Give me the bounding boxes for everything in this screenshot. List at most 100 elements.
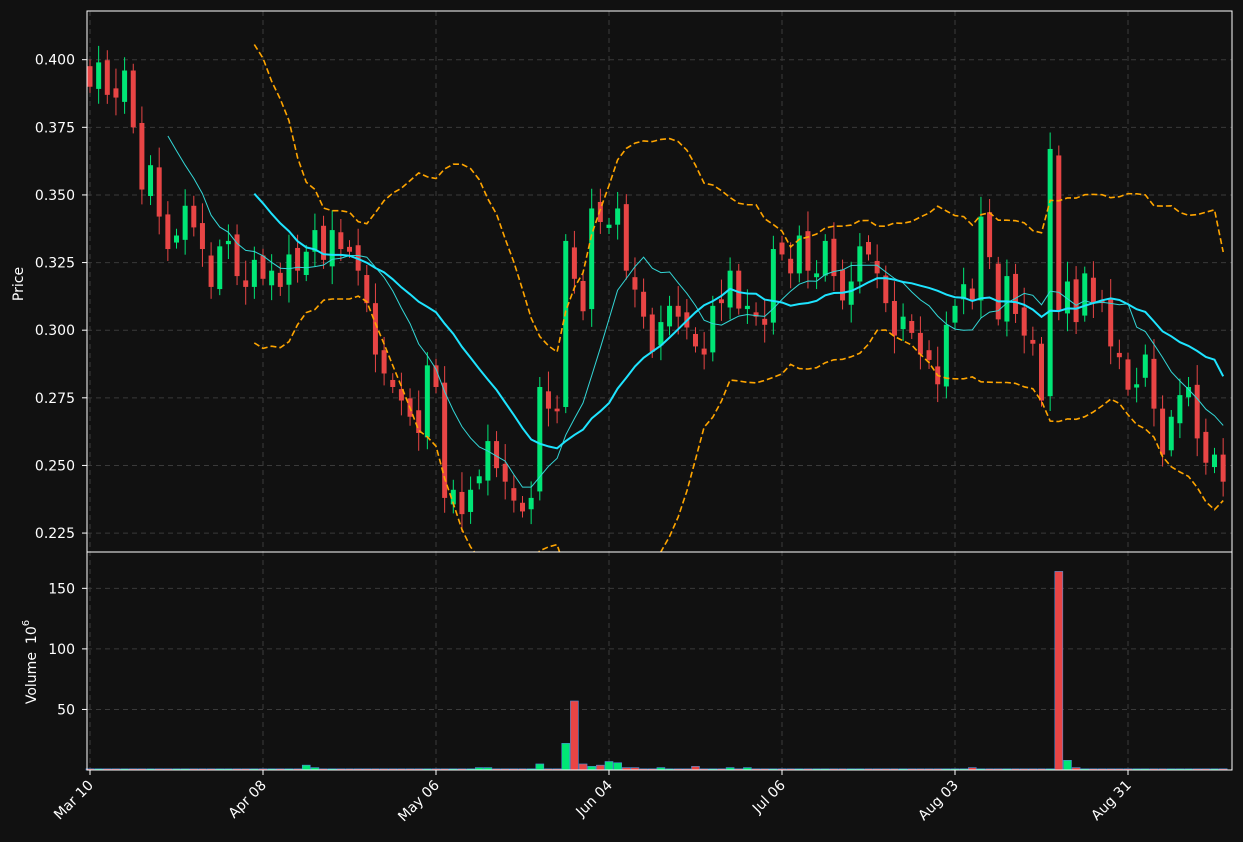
candle-body [251,259,257,287]
candle-body [857,246,863,282]
price-tick-label: 0.225 [35,526,75,542]
candle-body [174,235,179,243]
candle-body [113,88,119,98]
candle-body [1142,354,1148,378]
candle-body [338,232,344,250]
candle-body [502,463,508,482]
volume-bar [578,763,588,771]
candle-body [563,240,569,408]
candle-body [104,60,110,95]
candle-body [528,497,534,510]
candle-body [762,318,768,325]
candle-body [667,305,673,327]
candle-body [1151,358,1157,409]
volume-bar [691,766,700,771]
candle-body [606,224,612,228]
candle-body [303,251,309,276]
candle-body [822,240,828,276]
candle-body [779,242,785,255]
candle-body [866,242,871,255]
candle-body [364,275,370,304]
candle-body [537,386,543,492]
candle-body [87,66,93,87]
candle-body [1125,359,1131,390]
candle-body [1056,155,1062,312]
volume-tick-label: 100 [48,642,75,658]
candle-body [840,269,846,301]
candle-body [1116,352,1122,358]
candle-body [1030,339,1036,344]
candle-body [883,275,889,304]
candle-body [217,246,223,290]
candle-body [770,249,776,323]
candle-body [814,273,820,278]
candle-body [1090,277,1096,304]
volume-tick-label: 50 [57,702,75,718]
volume-bar [613,762,622,771]
candle-body [1134,384,1140,388]
candle-body [987,212,993,258]
volume-bar [604,761,614,771]
candle-body [347,246,352,252]
volume-bar [587,766,597,771]
candle-body [615,208,621,225]
price-tick-label: 0.400 [35,53,75,69]
candle-body [649,314,655,352]
volume-bar [1063,760,1072,771]
candle-body [1013,273,1019,314]
candle-body [269,270,275,286]
candle-body [520,502,525,512]
candle-body [1039,343,1044,401]
candle-body [1160,408,1166,455]
candle-body [260,255,266,279]
candle-body [156,167,162,217]
candle-body [658,322,664,346]
candle-body [831,238,837,277]
candle-body [139,122,145,190]
price-tick-label: 0.325 [35,256,75,272]
candle-body [277,272,283,287]
volume-axis-label: Volume106 [21,620,40,704]
candle-body [554,408,560,412]
candle-body [1194,384,1200,439]
candle-body [96,62,102,89]
candle-body [1047,148,1053,397]
candle-body [511,488,517,501]
price-tick-label: 0.275 [35,391,75,407]
candle-body [1220,454,1226,482]
candle-body [1168,416,1174,451]
candle-body [891,300,897,336]
volume-bar [1054,571,1064,771]
candle-body [623,204,629,271]
candle-body [788,258,794,274]
candle-body [199,223,205,250]
candle-body [165,214,171,250]
candle-body [900,316,906,330]
candle-body [1212,454,1217,468]
volume-bar [570,700,579,771]
candle-body [1203,431,1209,463]
candle-body [736,270,742,309]
candle-body [148,165,154,197]
candle-body [952,305,958,323]
candle-body [1021,307,1027,336]
candle-body [701,348,707,355]
candle-body [390,379,396,387]
candle-body [580,280,586,312]
candle-body [286,254,292,285]
volume-bar [596,764,605,771]
candle-body [675,305,681,317]
candle-body [243,280,249,287]
volume-bar [301,764,311,771]
candlestick-chart: 0.225 0.250 0.275 0.300 0.325 0.350 0.375 0.400… [0,0,1243,842]
candle-body [978,216,984,301]
candle-body [641,291,647,317]
volume-bar [535,763,545,771]
candle-body [424,365,430,438]
candle-body [926,350,932,360]
candle-body [693,333,698,347]
candle-body [545,391,551,409]
candle-body [459,491,465,515]
candle-body [225,240,231,245]
candle-body [485,441,491,481]
